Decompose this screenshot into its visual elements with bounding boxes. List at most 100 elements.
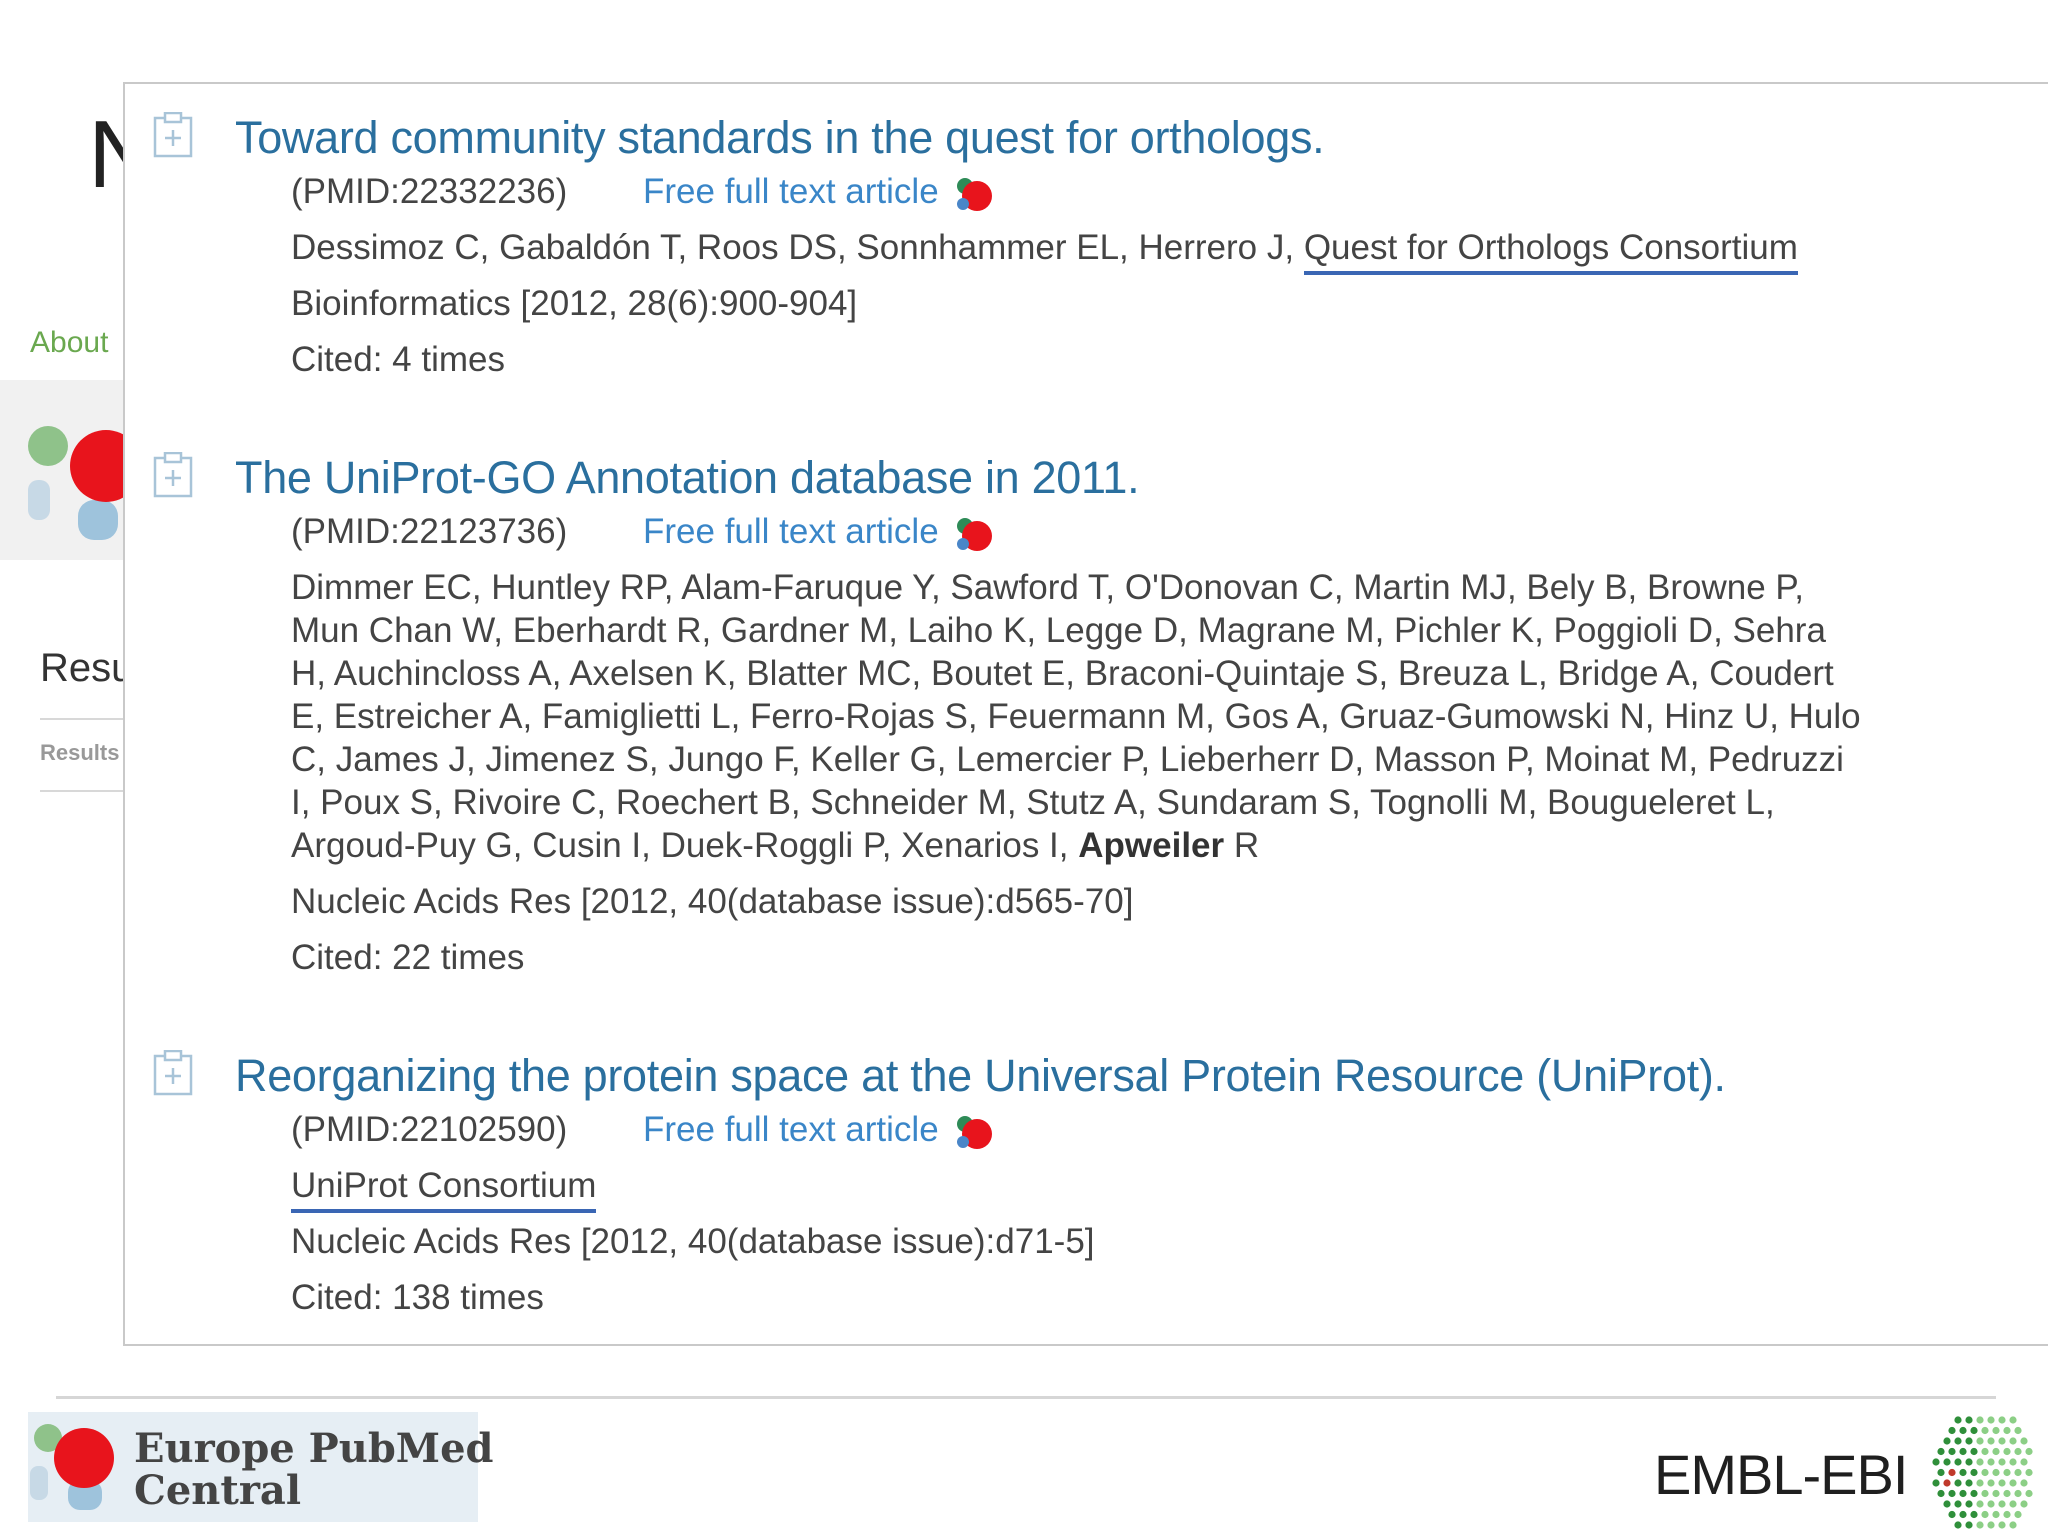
logo-dot — [1970, 1426, 1978, 1435]
free-full-text-link[interactable]: Free full text article — [643, 1110, 993, 1152]
logo-dot — [1992, 1489, 2000, 1498]
logo-dot — [1965, 1416, 1973, 1424]
free-access-icon — [956, 1115, 992, 1149]
logo-dot — [1943, 1458, 1951, 1466]
bookmark-add-icon[interactable] — [153, 1050, 193, 1096]
results-heading: Resu — [40, 646, 134, 690]
logo-dot — [1970, 1447, 1978, 1456]
logo-dot — [1965, 1437, 1973, 1445]
logo-dot — [1954, 1437, 1962, 1445]
logo-dot — [2025, 1489, 2033, 1498]
result-title-link[interactable]: Reorganizing the protein space at the Un… — [235, 1050, 1726, 1102]
logo-dot — [1954, 1479, 1962, 1487]
free-full-text-label[interactable]: Free full text article — [643, 172, 939, 211]
logo-dot — [1948, 1468, 1956, 1477]
logo-dot — [1981, 1489, 1989, 1498]
logo-dot — [1932, 1458, 1940, 1466]
logo-dot — [1954, 1458, 1962, 1466]
logo-dot — [1998, 1416, 2006, 1424]
authors: Dimmer EC, Huntley RP, Alam-Faruque Y, S… — [291, 566, 2048, 867]
logo-dot — [1987, 1479, 1995, 1487]
logo-dot — [1981, 1447, 1989, 1456]
logo-dot — [1959, 1468, 1967, 1477]
logo-dot — [1948, 1426, 1956, 1435]
logo-dot — [1948, 1489, 1956, 1498]
logo-dot — [1998, 1500, 2006, 1508]
free-full-text-link[interactable]: Free full text article — [643, 512, 993, 554]
logo-dot — [1943, 1500, 1951, 1508]
logo-dot — [1937, 1468, 1945, 1477]
logo-dot — [2003, 1447, 2011, 1456]
logo-dot — [2014, 1468, 2022, 1477]
result-title-link[interactable]: Toward community standards in the quest … — [235, 112, 1325, 164]
authors-line: C, James J, Jimenez S, Jungo F, Keller G… — [291, 740, 1844, 779]
divider — [40, 790, 130, 792]
logo-dot — [1943, 1437, 1951, 1445]
logo-dot — [2009, 1479, 2017, 1487]
logo-dot — [1976, 1479, 1984, 1487]
authors-line: H, Auchincloss A, Axelsen K, Blatter MC,… — [291, 654, 1834, 693]
free-full-text-label[interactable]: Free full text article — [643, 1110, 939, 1149]
logo-dot — [1948, 1510, 1956, 1519]
logo-dot — [1976, 1416, 1984, 1424]
epmc-logo-text: Europe PubMed Central — [134, 1428, 494, 1512]
logo-dot — [1976, 1458, 1984, 1466]
authors-line: E, Estreicher A, Famiglietti L, Ferro-Ro… — [291, 697, 1861, 736]
journal-citation: Nucleic Acids Res [2012, 40(database iss… — [291, 1222, 1095, 1261]
logo-dot — [1976, 1437, 1984, 1445]
logo-dot — [1998, 1521, 2006, 1529]
free-access-icon — [956, 517, 992, 551]
bookmark-add-icon[interactable] — [153, 112, 193, 158]
free-full-text-link[interactable]: Free full text article — [643, 172, 993, 214]
pmid: (PMID:22102590) — [291, 1110, 568, 1149]
logo-dot — [1987, 1521, 1995, 1529]
logo-dot — [2009, 1458, 2017, 1466]
cited-count[interactable]: Cited: 138 times — [291, 1278, 544, 1318]
cited-count[interactable]: Cited: 4 times — [291, 340, 505, 380]
logo-dot — [2020, 1458, 2028, 1466]
logo-dot — [1981, 1426, 1989, 1435]
logo-dot — [1992, 1447, 2000, 1456]
logo-dot — [1959, 1489, 1967, 1498]
logo-dot — [1965, 1479, 1973, 1487]
logo-dot — [1970, 1468, 1978, 1477]
logo-dot — [1943, 1479, 1951, 1487]
epmc-logo-icon — [30, 1424, 114, 1510]
logo-dot — [2003, 1426, 2011, 1435]
logo-dot — [1987, 1500, 1995, 1508]
logo-dot — [2003, 1489, 2011, 1498]
logo-dot — [2020, 1479, 2028, 1487]
logo-dot — [1959, 1510, 1967, 1519]
consortium-highlight: Quest for Orthologs Consortium — [1303, 228, 1798, 275]
result-title-link[interactable]: The UniProt-GO Annotation database in 20… — [235, 452, 1140, 504]
cited-count[interactable]: Cited: 22 times — [291, 938, 524, 978]
logo-dot — [2009, 1521, 2017, 1529]
bookmark-add-icon[interactable] — [153, 452, 193, 498]
embl-ebi-logo-text: EMBL-EBI — [1654, 1443, 1908, 1506]
logo-dot — [1937, 1447, 1945, 1456]
logo-dot — [2025, 1447, 2033, 1456]
logo-dot — [2009, 1416, 2017, 1424]
logo-dot — [2020, 1437, 2028, 1445]
free-full-text-label[interactable]: Free full text article — [643, 512, 939, 551]
logo-dot — [1992, 1468, 2000, 1477]
authors-line: Dimmer EC, Huntley RP, Alam-Faruque Y, S… — [291, 568, 1804, 607]
logo-dot — [1987, 1437, 1995, 1445]
authors: UniProt Consortium — [291, 1166, 597, 1213]
logo-dot — [1998, 1458, 2006, 1466]
authors-list: Dessimoz C, Gabaldón T, Roos DS, Sonnham… — [291, 228, 1295, 267]
about-link[interactable]: About — [30, 326, 108, 360]
authors-last-suffix: R — [1233, 826, 1260, 865]
logo-dot — [2025, 1468, 2033, 1477]
logo-dot — [1954, 1500, 1962, 1508]
results-subheading: Results — [40, 740, 120, 765]
logo-dot — [2014, 1489, 2022, 1498]
logo-dot — [1965, 1458, 1973, 1466]
logo-dot — [1959, 1426, 1967, 1435]
journal-citation: Bioinformatics [2012, 28(6):900-904] — [291, 284, 858, 323]
logo-dot — [1948, 1447, 1956, 1456]
logo-dot — [2014, 1447, 2022, 1456]
authors-last-prefix: Argoud-Puy G, Cusin I, Duek-Roggli P, Xe… — [291, 826, 1069, 865]
logo-dot — [1992, 1426, 2000, 1435]
embl-ebi-logo-icon — [1932, 1416, 2033, 1529]
